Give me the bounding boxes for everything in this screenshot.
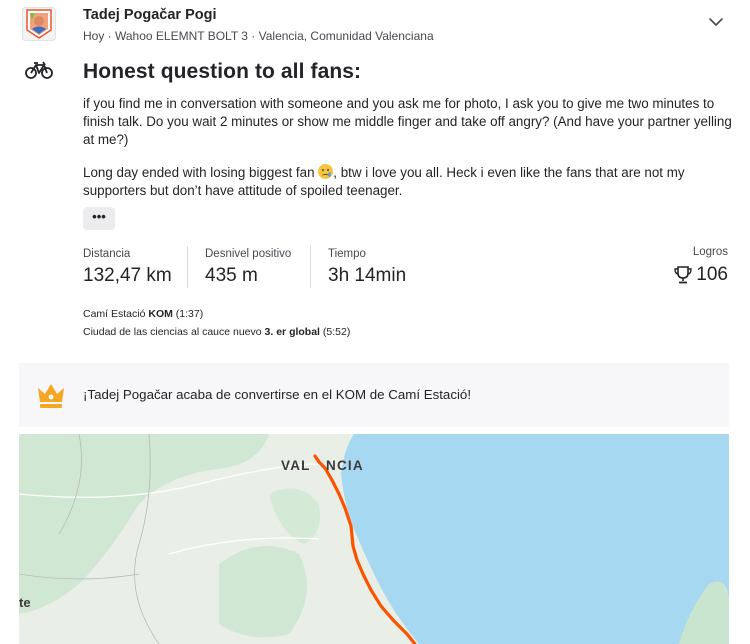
- stat-elevation-label: Desnivel positivo: [205, 248, 292, 260]
- segment-row[interactable]: Ciudad de las ciencias al cauce nuevo 3.…: [83, 326, 350, 338]
- avatar-image: [26, 9, 52, 39]
- athlete-name[interactable]: Tadej Pogačar Pogi: [83, 7, 217, 23]
- segment-name: Ciudad de las ciencias al cauce nuevo: [83, 326, 262, 338]
- activity-meta: Hoy · Wahoo ELEMNT BOLT 3 · Valencia, Co…: [83, 29, 434, 43]
- athlete-avatar[interactable]: [22, 7, 56, 41]
- description-text: Long day ended with losing biggest fan: [83, 165, 315, 180]
- activity-description: if you find me in conversation with some…: [83, 95, 733, 215]
- crown-icon: [38, 384, 64, 408]
- achievements-count[interactable]: 106: [673, 264, 728, 286]
- bike-icon: [25, 61, 53, 79]
- segment-badge: KOM: [148, 308, 173, 320]
- kom-banner-text: ¡Tadej Pogačar acaba de convertirse en e…: [83, 387, 472, 402]
- achievements-label: Logros: [692, 246, 728, 258]
- map-city-label-right: NCIA: [326, 458, 364, 473]
- segment-time: (1:37): [175, 308, 204, 320]
- segment-badge: 3. er global: [264, 326, 320, 338]
- achievements-value: 106: [696, 264, 728, 285]
- map-city-label-left: VAL: [281, 458, 311, 473]
- activity-title[interactable]: Honest question to all fans:: [83, 60, 361, 84]
- description-paragraph-2: Long day ended with losing biggest fan ,…: [83, 164, 733, 200]
- chevron-down-icon[interactable]: [706, 14, 726, 30]
- stat-distance-value: 132,47 km: [83, 265, 172, 286]
- stat-time-label: Tiempo: [328, 248, 366, 260]
- route-map[interactable]: VAL NCIA te: [19, 434, 729, 644]
- map-edge-label: te: [19, 595, 31, 610]
- stat-divider: [310, 246, 311, 288]
- map-canvas: VAL NCIA te: [19, 434, 729, 644]
- trophy-icon: [674, 266, 692, 284]
- segment-time: (5:52): [322, 326, 351, 338]
- stat-distance-label: Distancia: [83, 248, 131, 260]
- stat-divider: [187, 246, 188, 288]
- stat-elevation-value: 435 m: [205, 265, 258, 286]
- crying-face-emoji: [318, 164, 334, 179]
- more-options-button[interactable]: •••: [83, 207, 115, 230]
- stat-time-value: 3h 14min: [328, 265, 407, 286]
- description-paragraph-1: if you find me in conversation with some…: [83, 96, 732, 147]
- segment-row[interactable]: Camí Estació KOM (1:37): [83, 308, 203, 320]
- segment-name: Camí Estació: [83, 308, 146, 320]
